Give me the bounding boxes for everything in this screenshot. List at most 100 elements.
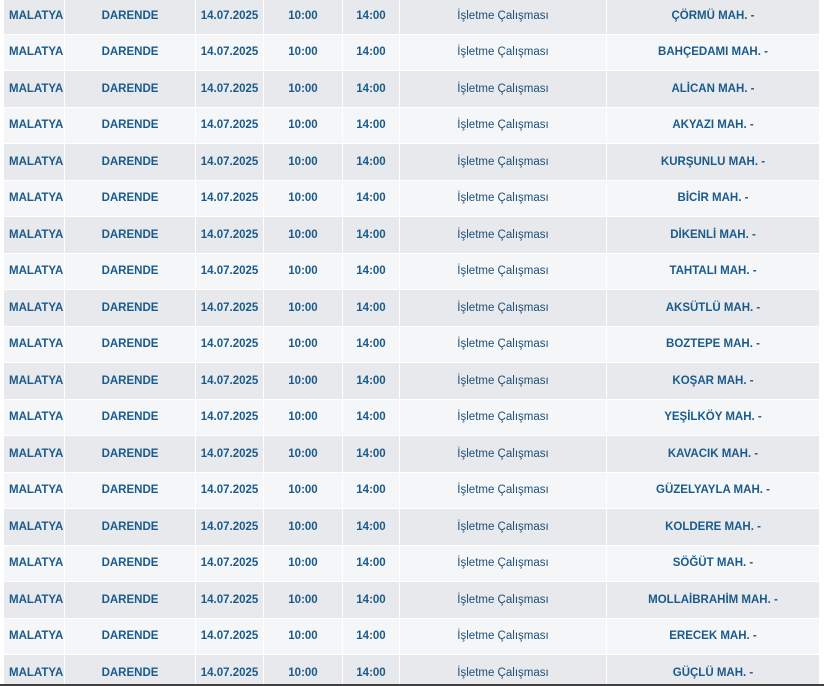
table-row: MALATYA DARENDE 14.07.2025 10:00 14:00 İşletm… bbox=[4, 363, 820, 400]
city-cell: MALATYA bbox=[4, 509, 65, 546]
table-row: MALATYA DARENDE 14.07.2025 10:00 14:00 İşletm… bbox=[4, 509, 820, 546]
neighborhood-cell: ÇÖRMÜ MAH. - bbox=[607, 0, 820, 35]
outage-table-body: MALATYA DARENDE 14.07.2025 10:00 14:00 İşletm… bbox=[4, 0, 820, 686]
neighborhood-cell: BOZTEPE MAH. - bbox=[607, 326, 820, 363]
end-time-cell: 14:00 bbox=[343, 180, 400, 217]
reason-cell: İşletme Çalışması bbox=[400, 217, 607, 254]
neighborhood-cell: KOLDERE MAH. - bbox=[607, 509, 820, 546]
neighborhood-cell: ERECEK MAH. - bbox=[607, 618, 820, 655]
reason-cell: İşletme Çalışması bbox=[400, 253, 607, 290]
city-cell: MALATYA bbox=[4, 399, 65, 436]
reason-cell: İşletme Çalışması bbox=[400, 71, 607, 108]
table-row: MALATYA DARENDE 14.07.2025 10:00 14:00 İşletm… bbox=[4, 399, 820, 436]
reason-cell: İşletme Çalışması bbox=[400, 472, 607, 509]
district-cell: DARENDE bbox=[65, 655, 196, 686]
neighborhood-cell: AKYAZI MAH. - bbox=[607, 107, 820, 144]
reason-cell: İşletme Çalışması bbox=[400, 509, 607, 546]
date-cell: 14.07.2025 bbox=[196, 180, 264, 217]
table-row: MALATYA DARENDE 14.07.2025 10:00 14:00 İşletm… bbox=[4, 545, 820, 582]
neighborhood-cell: BAHÇEDAMI MAH. - bbox=[607, 34, 820, 71]
neighborhood-cell: ALİCAN MAH. - bbox=[607, 71, 820, 108]
table-row: MALATYA DARENDE 14.07.2025 10:00 14:00 İşletm… bbox=[4, 71, 820, 108]
date-cell: 14.07.2025 bbox=[196, 363, 264, 400]
date-cell: 14.07.2025 bbox=[196, 34, 264, 71]
city-cell: MALATYA bbox=[4, 217, 65, 254]
neighborhood-cell: SÖĞÜT MAH. - bbox=[607, 545, 820, 582]
start-time-cell: 10:00 bbox=[264, 290, 343, 327]
date-cell: 14.07.2025 bbox=[196, 399, 264, 436]
district-cell: DARENDE bbox=[65, 34, 196, 71]
reason-cell: İşletme Çalışması bbox=[400, 655, 607, 686]
city-cell: MALATYA bbox=[4, 253, 65, 290]
date-cell: 14.07.2025 bbox=[196, 582, 264, 619]
start-time-cell: 10:00 bbox=[264, 107, 343, 144]
end-time-cell: 14:00 bbox=[343, 545, 400, 582]
date-cell: 14.07.2025 bbox=[196, 509, 264, 546]
city-cell: MALATYA bbox=[4, 34, 65, 71]
table-row: MALATYA DARENDE 14.07.2025 10:00 14:00 İşletm… bbox=[4, 618, 820, 655]
table-row: MALATYA DARENDE 14.07.2025 10:00 14:00 İşletm… bbox=[4, 290, 820, 327]
end-time-cell: 14:00 bbox=[343, 34, 400, 71]
neighborhood-cell: KURŞUNLU MAH. - bbox=[607, 144, 820, 181]
date-cell: 14.07.2025 bbox=[196, 436, 264, 473]
city-cell: MALATYA bbox=[4, 582, 65, 619]
reason-cell: İşletme Çalışması bbox=[400, 326, 607, 363]
start-time-cell: 10:00 bbox=[264, 618, 343, 655]
start-time-cell: 10:00 bbox=[264, 509, 343, 546]
neighborhood-cell: YEŞİLKÖY MAH. - bbox=[607, 399, 820, 436]
neighborhood-cell: GÜZELYAYLA MAH. - bbox=[607, 472, 820, 509]
date-cell: 14.07.2025 bbox=[196, 472, 264, 509]
end-time-cell: 14:00 bbox=[343, 472, 400, 509]
reason-cell: İşletme Çalışması bbox=[400, 399, 607, 436]
district-cell: DARENDE bbox=[65, 180, 196, 217]
district-cell: DARENDE bbox=[65, 326, 196, 363]
neighborhood-cell: MOLLAİBRAHİM MAH. - bbox=[607, 582, 820, 619]
start-time-cell: 10:00 bbox=[264, 472, 343, 509]
end-time-cell: 14:00 bbox=[343, 582, 400, 619]
reason-cell: İşletme Çalışması bbox=[400, 436, 607, 473]
reason-cell: İşletme Çalışması bbox=[400, 144, 607, 181]
end-time-cell: 14:00 bbox=[343, 290, 400, 327]
table-row: MALATYA DARENDE 14.07.2025 10:00 14:00 İşletm… bbox=[4, 253, 820, 290]
table-row: MALATYA DARENDE 14.07.2025 10:00 14:00 İşletm… bbox=[4, 582, 820, 619]
start-time-cell: 10:00 bbox=[264, 399, 343, 436]
end-time-cell: 14:00 bbox=[343, 71, 400, 108]
table-row: MALATYA DARENDE 14.07.2025 10:00 14:00 İşletm… bbox=[4, 655, 820, 686]
neighborhood-cell: DİKENLİ MAH. - bbox=[607, 217, 820, 254]
city-cell: MALATYA bbox=[4, 107, 65, 144]
neighborhood-cell: GÜÇLÜ MAH. - bbox=[607, 655, 820, 686]
district-cell: DARENDE bbox=[65, 253, 196, 290]
city-cell: MALATYA bbox=[4, 71, 65, 108]
city-cell: MALATYA bbox=[4, 326, 65, 363]
outage-list-page: MALATYA DARENDE 14.07.2025 10:00 14:00 İşletm… bbox=[0, 0, 824, 686]
city-cell: MALATYA bbox=[4, 655, 65, 686]
city-cell: MALATYA bbox=[4, 472, 65, 509]
city-cell: MALATYA bbox=[4, 545, 65, 582]
city-cell: MALATYA bbox=[4, 0, 65, 35]
end-time-cell: 14:00 bbox=[343, 326, 400, 363]
district-cell: DARENDE bbox=[65, 144, 196, 181]
date-cell: 14.07.2025 bbox=[196, 107, 264, 144]
end-time-cell: 14:00 bbox=[343, 655, 400, 686]
district-cell: DARENDE bbox=[65, 363, 196, 400]
neighborhood-cell: TAHTALI MAH. - bbox=[607, 253, 820, 290]
date-cell: 14.07.2025 bbox=[196, 545, 264, 582]
reason-cell: İşletme Çalışması bbox=[400, 34, 607, 71]
reason-cell: İşletme Çalışması bbox=[400, 290, 607, 327]
district-cell: DARENDE bbox=[65, 582, 196, 619]
neighborhood-cell: KAVACIK MAH. - bbox=[607, 436, 820, 473]
district-cell: DARENDE bbox=[65, 107, 196, 144]
district-cell: DARENDE bbox=[65, 399, 196, 436]
district-cell: DARENDE bbox=[65, 0, 196, 35]
start-time-cell: 10:00 bbox=[264, 655, 343, 686]
table-row: MALATYA DARENDE 14.07.2025 10:00 14:00 İşletm… bbox=[4, 436, 820, 473]
start-time-cell: 10:00 bbox=[264, 326, 343, 363]
neighborhood-cell: BİCİR MAH. - bbox=[607, 180, 820, 217]
end-time-cell: 14:00 bbox=[343, 363, 400, 400]
table-row: MALATYA DARENDE 14.07.2025 10:00 14:00 İşletm… bbox=[4, 107, 820, 144]
reason-cell: İşletme Çalışması bbox=[400, 180, 607, 217]
end-time-cell: 14:00 bbox=[343, 217, 400, 254]
table-row: MALATYA DARENDE 14.07.2025 10:00 14:00 İşletm… bbox=[4, 0, 820, 35]
date-cell: 14.07.2025 bbox=[196, 71, 264, 108]
reason-cell: İşletme Çalışması bbox=[400, 545, 607, 582]
